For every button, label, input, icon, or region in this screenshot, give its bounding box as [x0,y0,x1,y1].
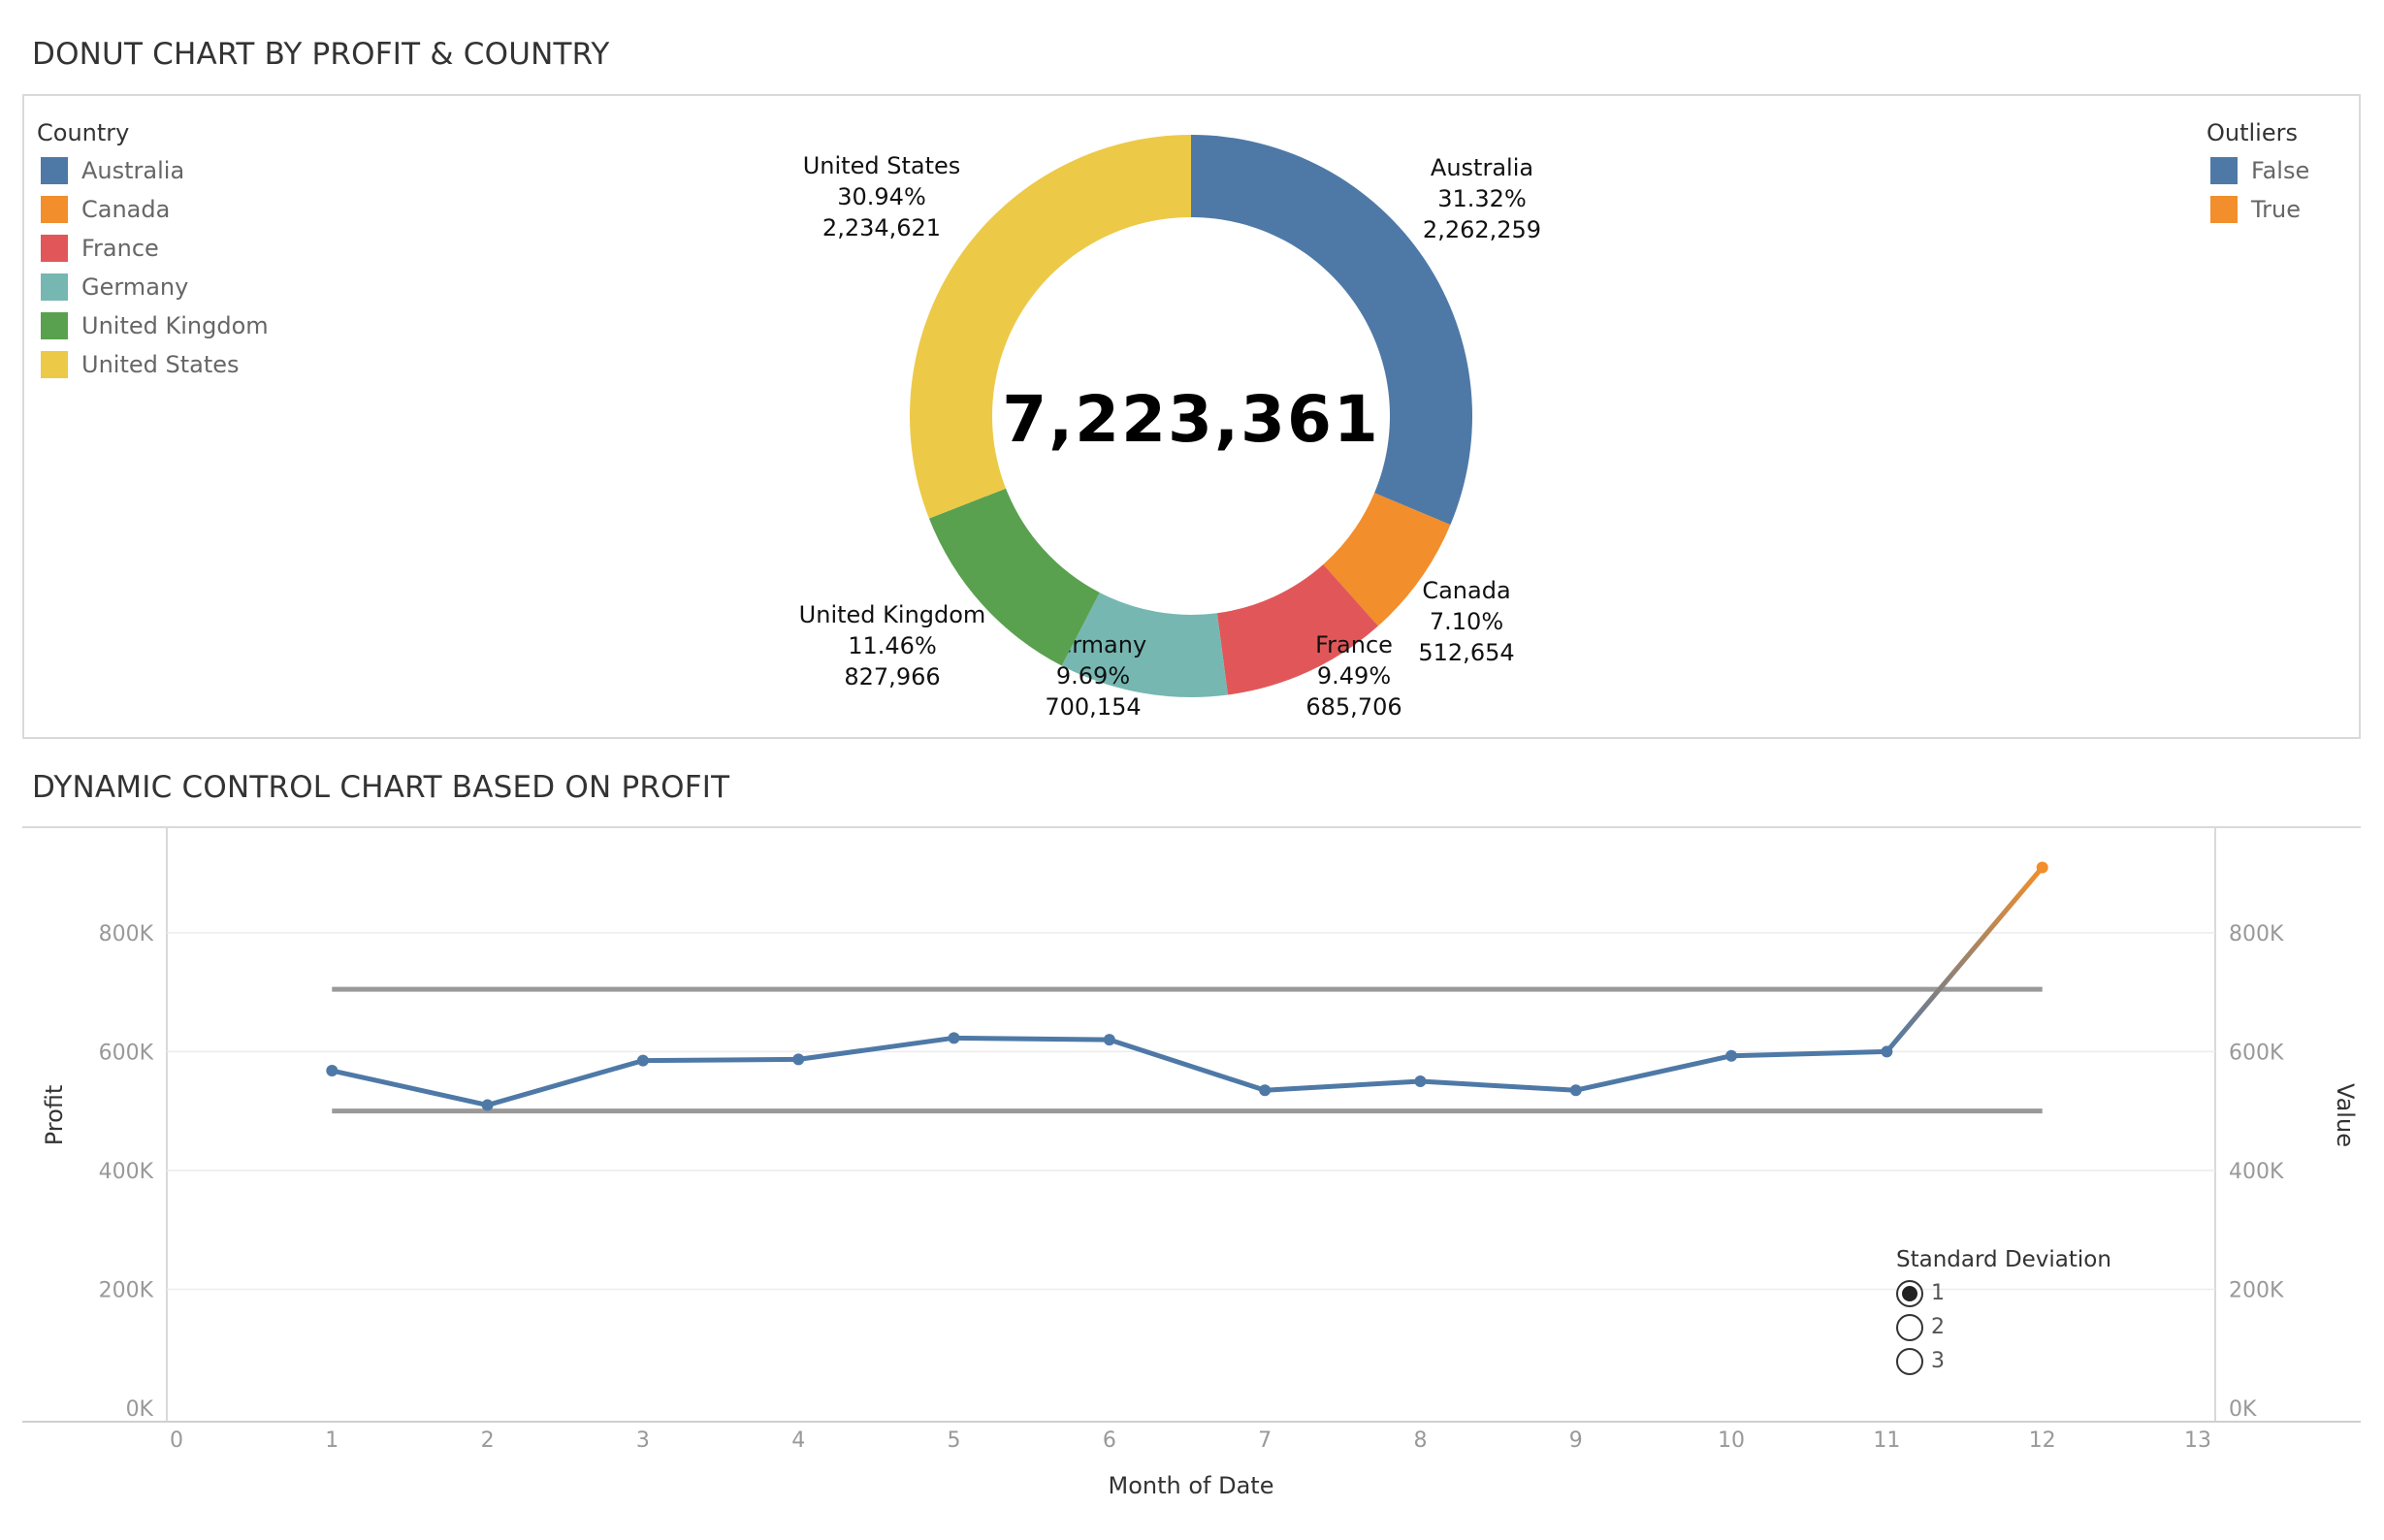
x-tick-label: 7 [1258,1428,1272,1453]
radio-button[interactable] [1896,1313,1923,1341]
donut-label-united-kingdom-value: 827,966 [844,663,940,690]
donut-label-united-kingdom-name: United Kingdom [799,601,986,628]
donut-label-united-states-percent: 30.94% [837,183,926,210]
series-segment [1262,1078,1423,1093]
std-dev-control: Standard Deviation 1 2 3 [1896,1247,2111,1378]
series-segment [1884,865,2046,1054]
radio-button[interactable] [1896,1347,1923,1375]
data-point-month-4[interactable] [792,1053,805,1066]
y-tick-label-right: 600K [2229,1041,2284,1065]
donut-label-france-value: 685,706 [1305,693,1401,721]
data-point-month-3[interactable] [636,1054,649,1067]
donut-label-united-states-value: 2,234,621 [822,214,941,241]
y-tick-label: 400K [99,1160,154,1184]
radio-label: 3 [1931,1349,1945,1373]
y-tick-label: 200K [99,1278,154,1302]
donut-chart: Australia 31.32% 2,262,259 Canada 7.10% 512,6… [799,135,1541,721]
x-axis-title: Month of Date [1109,1472,1274,1499]
donut-label-germany-value: 700,154 [1045,693,1141,721]
series-segment [329,1068,491,1108]
y-tick-label: 800K [99,922,154,946]
data-point-month-1[interactable] [326,1065,338,1077]
donut-label-germany-percent: 9.69% [1056,662,1130,690]
data-point-month-5[interactable] [948,1032,960,1044]
y-tick-label-right: 200K [2229,1278,2284,1302]
x-tick-label: 8 [1413,1428,1427,1453]
donut-label-australia-percent: 31.32% [1437,185,1527,212]
series-segment [951,1035,1112,1043]
y-tick-label-right: 800K [2229,922,2284,946]
x-tick-label: 0 [170,1428,183,1453]
x-tick-label: 10 [1718,1428,1745,1453]
radio-label: 2 [1931,1315,1945,1339]
donut-slice-united-states[interactable] [910,135,1191,519]
control-section-title: DYNAMIC CONTROL CHART BASED ON PROFIT [32,770,730,805]
x-tick-label: 2 [481,1428,495,1453]
donut-label-canada-percent: 7.10% [1430,608,1503,635]
y-tick-label-right: 400K [2229,1160,2284,1184]
radio-label: 1 [1931,1281,1945,1305]
donut-label-france-percent: 9.49% [1317,662,1391,690]
x-tick-label: 4 [791,1428,805,1453]
series-segment [1573,1053,1734,1093]
data-point-month-9[interactable] [1569,1084,1582,1097]
data-point-month-6[interactable] [1103,1034,1115,1046]
x-tick-label: 9 [1569,1428,1583,1453]
data-point-month-8[interactable] [1414,1075,1427,1088]
x-tick-label: 13 [2184,1428,2211,1453]
donut-label-canada-name: Canada [1422,577,1510,604]
std-dev-option-2[interactable]: 2 [1896,1310,2111,1344]
y-axis-title-right: Value [2332,1083,2359,1147]
donut-label-australia-value: 2,262,259 [1423,216,1541,243]
y-axis-title: Profit [41,1085,68,1146]
donut-label-france-name: France [1315,631,1393,658]
series-segment [640,1056,801,1064]
data-point-month-2[interactable] [481,1099,494,1111]
series-segment [1107,1037,1268,1093]
donut-label-canada-value: 512,654 [1418,639,1514,666]
data-point-month-10[interactable] [1725,1049,1738,1062]
series-segment [795,1035,957,1062]
x-tick-label: 1 [325,1428,338,1453]
y-tick-label: 0K [126,1397,154,1422]
series-segment [1417,1078,1579,1093]
x-tick-label: 5 [948,1428,961,1453]
donut-label-australia-name: Australia [1431,154,1533,181]
donut-slice-united-kingdom[interactable] [928,488,1100,666]
data-point-month-7[interactable] [1259,1084,1272,1097]
std-dev-title: Standard Deviation [1896,1247,2111,1272]
donut-center-total: 7,223,361 [1002,382,1380,457]
control-chart: 0K 0K200K 200K400K 400K600K 600K800K 800K0 1 2 3… [22,826,2361,1499]
std-dev-option-1[interactable]: 1 [1896,1276,2111,1310]
donut-slice-australia[interactable] [1191,135,1472,526]
y-tick-label: 600K [99,1041,154,1065]
data-point-month-12[interactable] [2036,861,2048,874]
series-segment [485,1058,646,1108]
x-tick-label: 6 [1103,1428,1116,1453]
x-tick-label: 12 [2029,1428,2056,1453]
radio-button[interactable] [1896,1279,1923,1307]
x-tick-label: 3 [636,1428,650,1453]
data-point-month-11[interactable] [1881,1045,1893,1058]
y-tick-label-right: 0K [2229,1397,2257,1422]
donut-label-united-kingdom-percent: 11.46% [848,632,937,659]
std-dev-option-3[interactable]: 3 [1896,1344,2111,1378]
x-tick-label: 11 [1873,1428,1900,1453]
donut-label-united-states-name: United States [803,152,961,179]
